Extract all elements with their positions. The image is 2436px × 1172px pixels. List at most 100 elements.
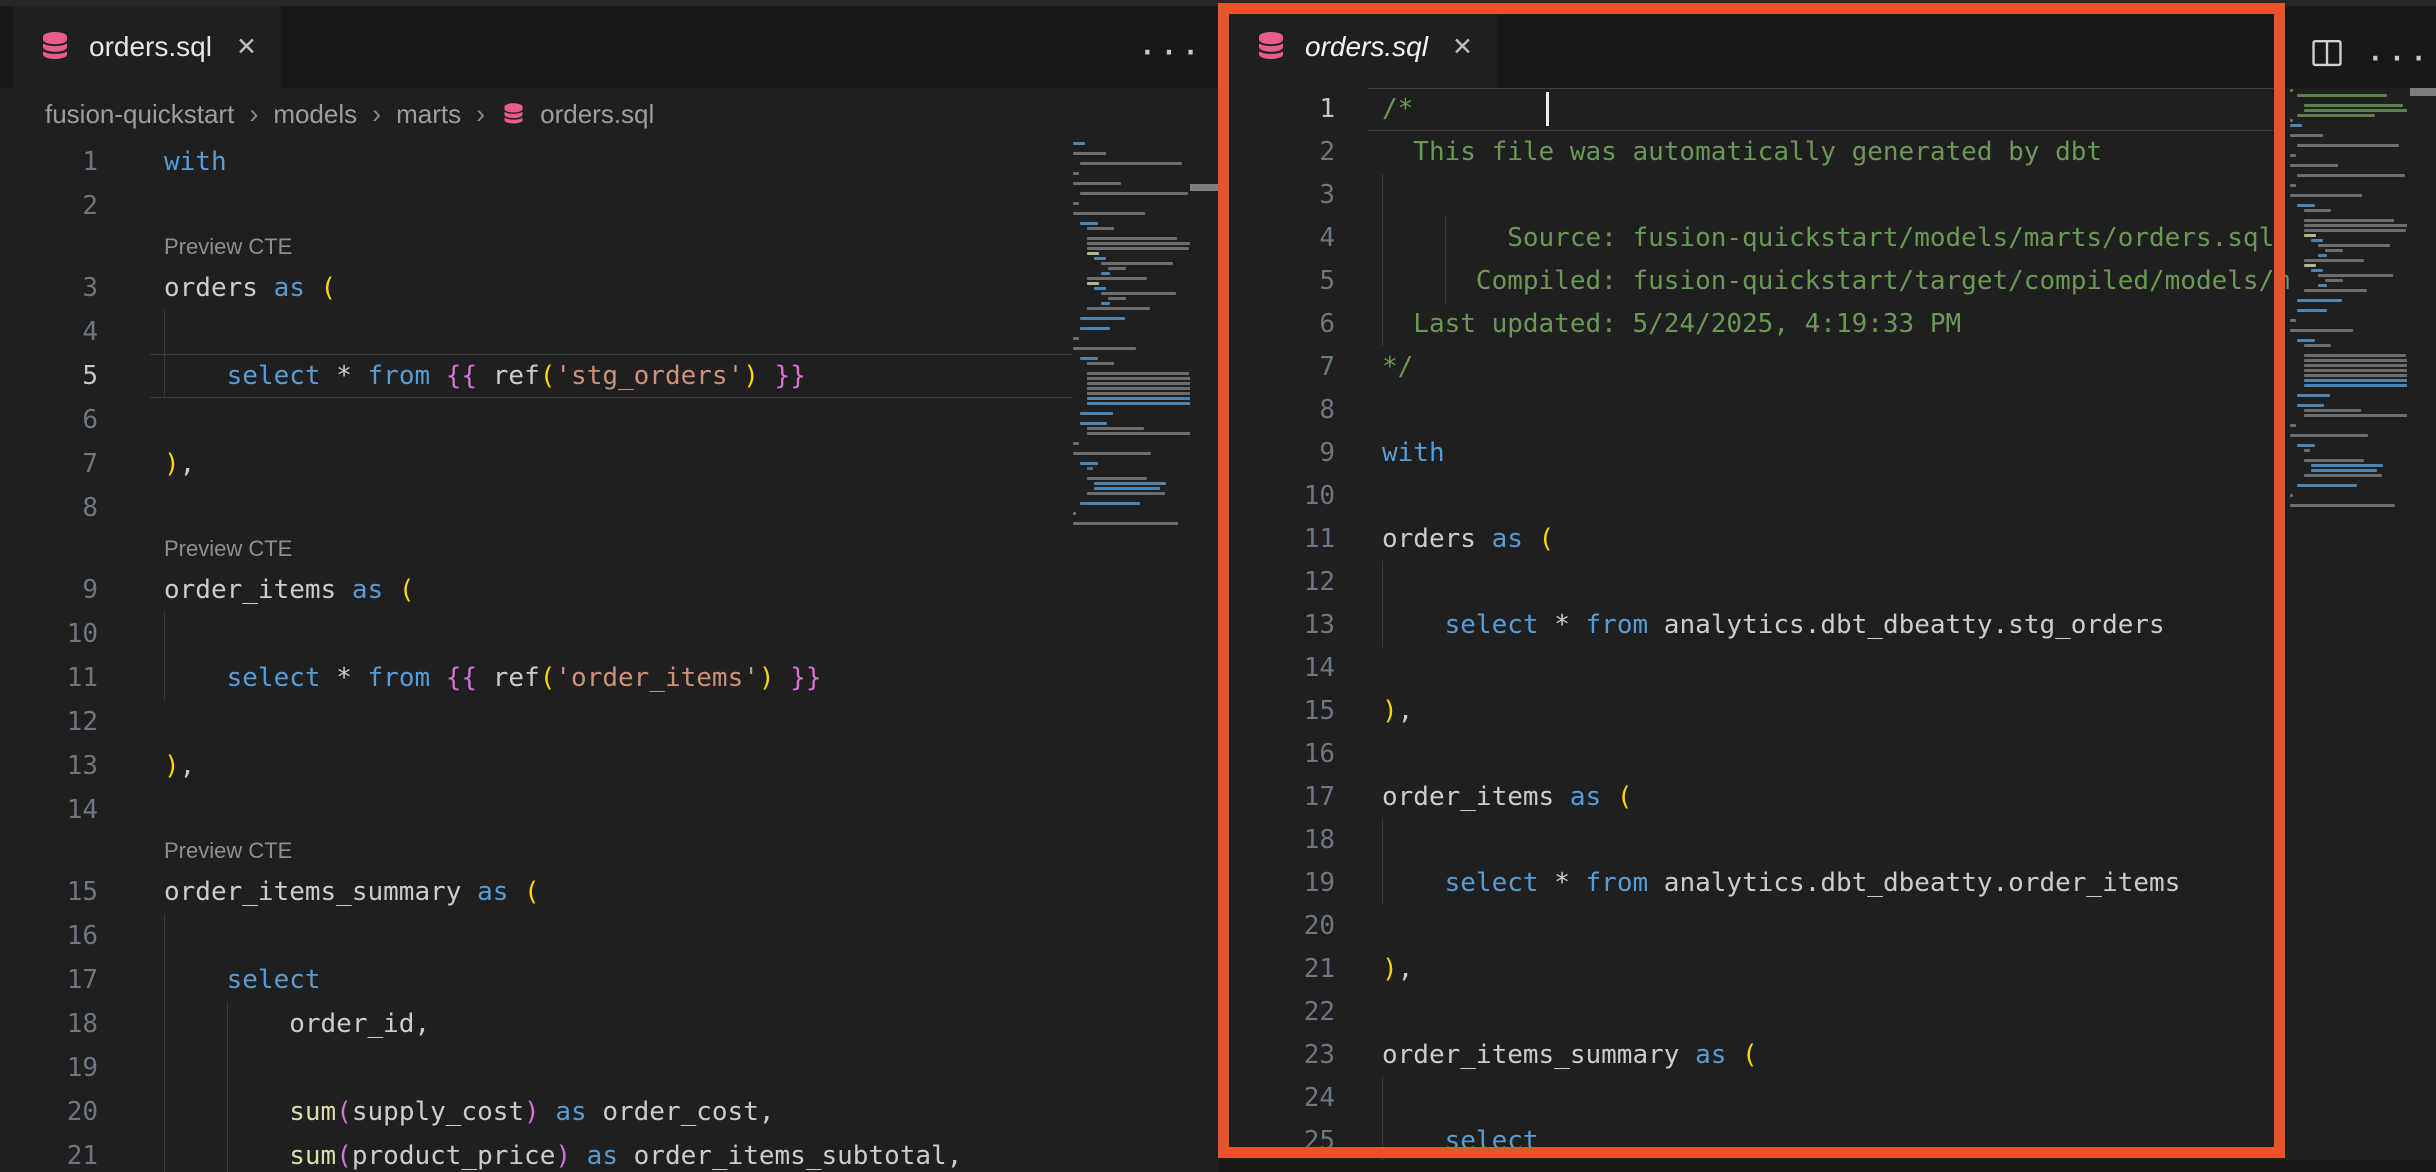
token: order_items_subtotal, bbox=[634, 1141, 963, 1171]
code-line[interactable]: orders as ( bbox=[164, 266, 336, 310]
line-number[interactable]: 18 bbox=[0, 1002, 98, 1046]
code-line[interactable]: order_items as ( bbox=[164, 568, 414, 612]
close-icon[interactable]: ✕ bbox=[1452, 32, 1473, 62]
codelens-preview-cte[interactable]: Preview CTE bbox=[164, 832, 292, 870]
line-number[interactable]: 16 bbox=[1218, 733, 1335, 776]
line-number[interactable]: 10 bbox=[1218, 475, 1335, 518]
line-number[interactable]: 1 bbox=[0, 140, 98, 184]
line-number[interactable]: 13 bbox=[1218, 604, 1335, 647]
line-number[interactable]: 17 bbox=[0, 958, 98, 1002]
code-line[interactable]: select * from analytics.dbt_dbeatty.orde… bbox=[1382, 862, 2180, 905]
code-line[interactable]: select * from {{ ref('stg_orders') }} bbox=[164, 354, 806, 398]
line-number[interactable]: 18 bbox=[1218, 819, 1335, 862]
breadcrumb-item[interactable]: fusion-quickstart bbox=[45, 99, 234, 130]
code-line[interactable]: ), bbox=[1382, 690, 1413, 733]
code-line[interactable]: sum(product_price) as order_items_subtot… bbox=[164, 1134, 962, 1172]
token: ( bbox=[336, 1097, 352, 1127]
breadcrumb-separator: › bbox=[476, 99, 485, 130]
code-line[interactable]: with bbox=[1382, 432, 1445, 475]
line-number[interactable]: 5 bbox=[0, 354, 98, 398]
line-number[interactable]: 19 bbox=[0, 1046, 98, 1090]
line-number[interactable]: 6 bbox=[0, 398, 98, 442]
line-number[interactable]: 11 bbox=[0, 656, 98, 700]
line-number[interactable]: 7 bbox=[0, 442, 98, 486]
split-editor-icon[interactable] bbox=[2308, 34, 2346, 72]
line-number[interactable]: 9 bbox=[1218, 432, 1335, 475]
code-line[interactable]: select bbox=[1382, 1120, 1539, 1160]
code-line[interactable]: order_items as ( bbox=[1382, 776, 1632, 819]
code-line[interactable]: ), bbox=[164, 744, 195, 788]
breadcrumb-item[interactable]: marts bbox=[396, 99, 461, 130]
code-line[interactable]: order_items_summary as ( bbox=[1382, 1034, 1758, 1077]
breadcrumb-item[interactable]: orders.sql bbox=[540, 99, 654, 130]
line-number[interactable]: 15 bbox=[0, 870, 98, 914]
code-line[interactable]: select * from analytics.dbt_dbeatty.stg_… bbox=[1382, 604, 2165, 647]
code-line[interactable]: Compiled: fusion-quickstart/target/compi… bbox=[1382, 260, 2290, 303]
line-number[interactable]: 24 bbox=[1218, 1077, 1335, 1120]
line-number[interactable]: 3 bbox=[1218, 174, 1335, 217]
minimap-line bbox=[2297, 404, 2324, 407]
line-number[interactable]: 2 bbox=[0, 184, 98, 228]
line-number[interactable]: 12 bbox=[0, 700, 98, 744]
code-line[interactable]: select bbox=[164, 958, 321, 1002]
code-line[interactable]: Last updated: 5/24/2025, 4:19:33 PM bbox=[1382, 303, 1961, 346]
codelens-preview-cte[interactable]: Preview CTE bbox=[164, 228, 292, 266]
code-line[interactable]: sum(supply_cost) as order_cost, bbox=[164, 1090, 775, 1134]
code-line[interactable]: select * from {{ ref('order_items') }} bbox=[164, 656, 822, 700]
line-number[interactable]: 12 bbox=[1218, 561, 1335, 604]
line-number[interactable]: 4 bbox=[1218, 217, 1335, 260]
code-line[interactable]: ), bbox=[1382, 948, 1413, 991]
codelens-preview-cte[interactable]: Preview CTE bbox=[164, 530, 292, 568]
line-number[interactable]: 3 bbox=[0, 266, 98, 310]
line-number[interactable]: 21 bbox=[1218, 948, 1335, 991]
line-number[interactable]: 17 bbox=[1218, 776, 1335, 819]
line-number[interactable]: 22 bbox=[1218, 991, 1335, 1034]
line-number[interactable]: 13 bbox=[0, 744, 98, 788]
line-number[interactable]: 14 bbox=[1218, 647, 1335, 690]
minimap-line bbox=[2290, 119, 2293, 122]
code-line[interactable]: with bbox=[164, 140, 227, 184]
code-line[interactable]: order_id, bbox=[164, 1002, 430, 1046]
line-number[interactable]: 16 bbox=[0, 914, 98, 958]
code-line[interactable]: Source: fusion-quickstart/models/marts/o… bbox=[1382, 217, 2274, 260]
line-number[interactable]: 20 bbox=[0, 1090, 98, 1134]
line-number[interactable]: 10 bbox=[0, 612, 98, 656]
breadcrumb-item[interactable]: models bbox=[273, 99, 357, 130]
line-number[interactable]: 9 bbox=[0, 568, 98, 612]
line-number[interactable]: 11 bbox=[1218, 518, 1335, 561]
line-number[interactable]: 1 bbox=[1218, 88, 1335, 131]
minimap-line bbox=[2297, 94, 2387, 97]
line-number[interactable]: 2 bbox=[1218, 131, 1335, 174]
minimap-line bbox=[1073, 182, 1121, 185]
code-line[interactable]: /* bbox=[1382, 88, 1413, 131]
line-number[interactable]: 21 bbox=[0, 1134, 98, 1172]
code-editor-left[interactable]: 1 with 2 Preview CTE 3 orders as ( 45 select *… bbox=[0, 140, 1218, 1172]
line-number[interactable]: 4 bbox=[0, 310, 98, 354]
code-line[interactable]: order_items_summary as ( bbox=[164, 870, 540, 914]
code-line[interactable]: ), bbox=[164, 442, 195, 486]
line-number[interactable]: 20 bbox=[1218, 905, 1335, 948]
code-row: 2 This file was automatically generated … bbox=[1218, 131, 2290, 174]
code-editor-right[interactable]: 1/*2 This file was automatically generat… bbox=[1218, 88, 2436, 1160]
code-line[interactable]: orders as ( bbox=[1382, 518, 1554, 561]
minimap-line bbox=[1087, 362, 1114, 365]
line-number[interactable]: 5 bbox=[1218, 260, 1335, 303]
token: This file was automatically generated by… bbox=[1382, 137, 2102, 167]
line-number[interactable]: 19 bbox=[1218, 862, 1335, 905]
line-number[interactable]: 23 bbox=[1218, 1034, 1335, 1077]
close-icon[interactable]: ✕ bbox=[236, 32, 257, 62]
code-line[interactable]: */ bbox=[1382, 346, 1413, 389]
tab-orders-sql[interactable]: orders.sql ✕ bbox=[13, 6, 281, 88]
minimap[interactable] bbox=[1073, 142, 1190, 1132]
code-line[interactable]: This file was automatically generated by… bbox=[1382, 131, 2102, 174]
line-number[interactable]: 25 bbox=[1218, 1120, 1335, 1160]
line-number[interactable]: 15 bbox=[1218, 690, 1335, 733]
token: supply_cost bbox=[352, 1097, 524, 1127]
line-number[interactable]: 8 bbox=[0, 486, 98, 530]
tab-orders-sql-preview[interactable]: orders.sql ✕ bbox=[1229, 6, 1497, 88]
line-number[interactable]: 7 bbox=[1218, 346, 1335, 389]
line-number[interactable]: 8 bbox=[1218, 389, 1335, 432]
line-number[interactable]: 14 bbox=[0, 788, 98, 832]
minimap[interactable] bbox=[2290, 89, 2407, 1089]
line-number[interactable]: 6 bbox=[1218, 303, 1335, 346]
